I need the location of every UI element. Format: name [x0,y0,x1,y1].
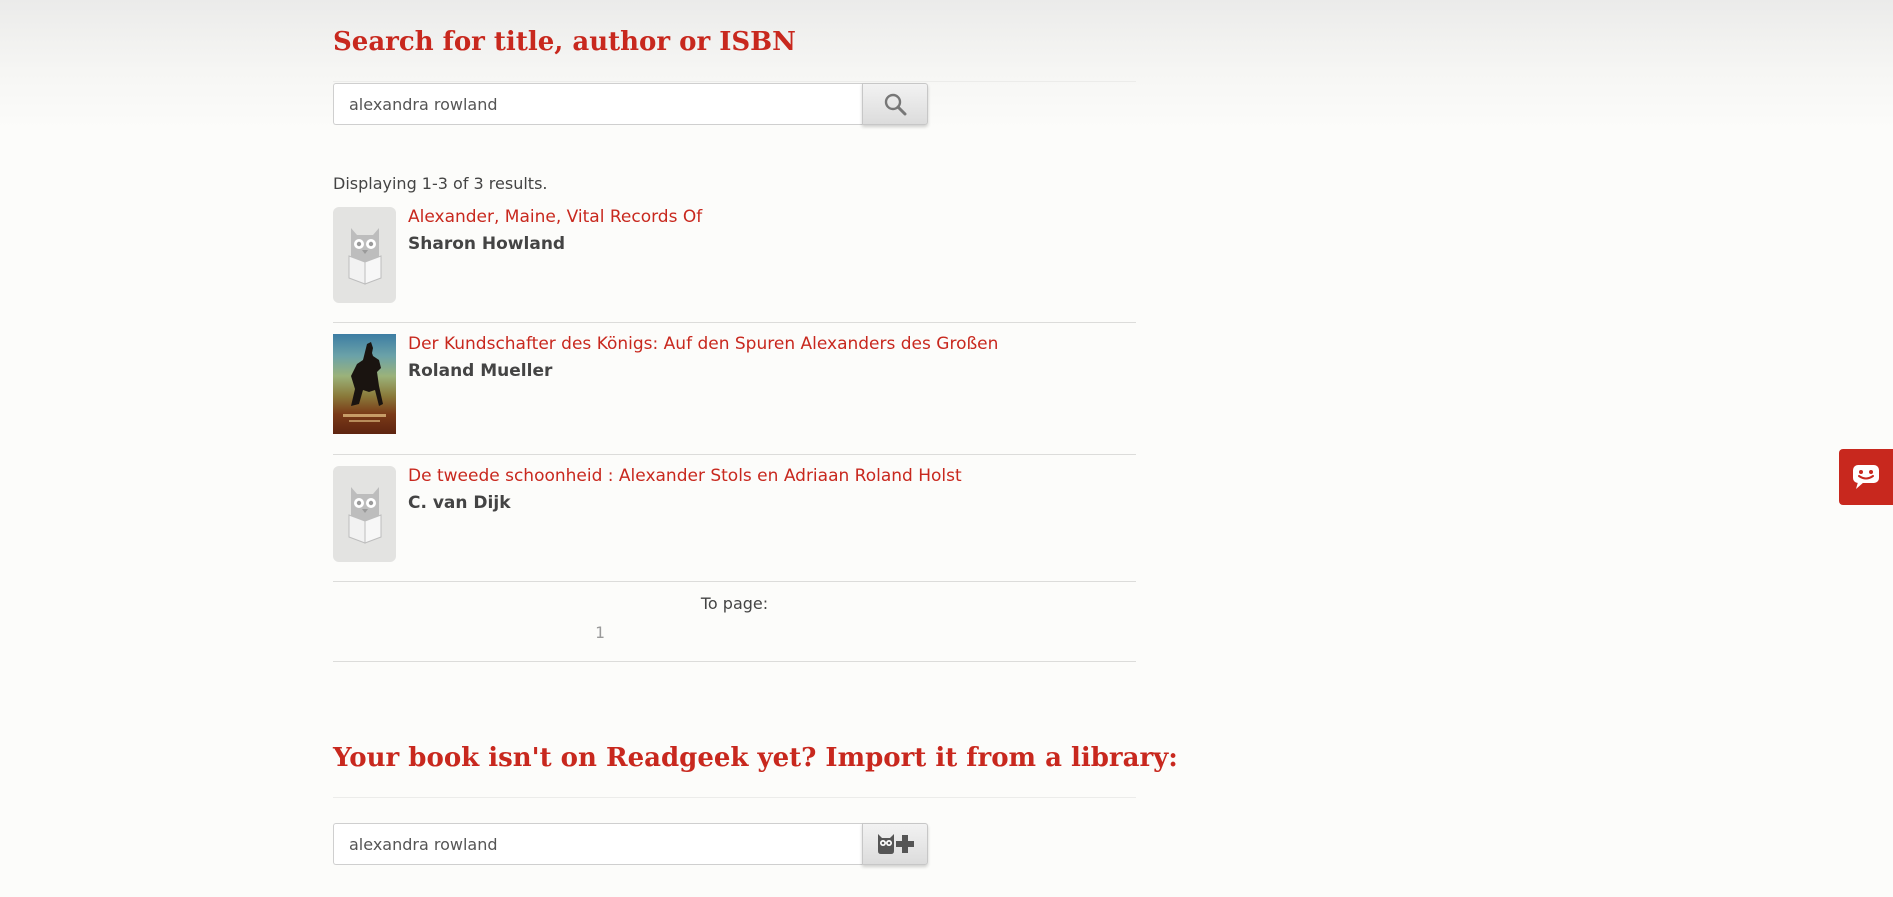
import-button[interactable] [862,823,928,865]
divider [333,454,1136,455]
import-input[interactable] [333,823,863,865]
chat-smiley-icon [1853,465,1879,489]
divider [333,322,1136,323]
import-title: Your book isn't on Readgeek yet? Import … [333,743,1178,773]
result-count: Displaying 1-3 of 3 results. [333,174,548,193]
page-link[interactable]: 1 [595,623,605,642]
search-input[interactable] [333,83,863,125]
divider [333,581,1136,582]
feedback-button[interactable] [1839,449,1893,505]
magnifier-icon [884,93,907,116]
search-title: Search for title, author or ISBN [333,27,796,57]
book-title-link[interactable]: Alexander, Maine, Vital Records Of [408,207,702,227]
header-background [0,0,1893,130]
divider [333,81,1136,82]
book-title-link[interactable]: Der Kundschafter des Königs: Auf den Spu… [408,334,998,354]
book-cover-image[interactable] [333,334,396,434]
divider [333,661,1136,662]
pager-label: To page: [700,594,769,613]
divider [333,797,1136,798]
search-button[interactable] [862,83,928,125]
owl-placeholder-icon[interactable] [333,466,396,562]
import-form [333,823,928,865]
owl-placeholder-icon[interactable] [333,207,396,303]
book-title-link[interactable]: De tweede schoonheid : Alexander Stols e… [408,466,962,486]
search-form [333,83,928,125]
book-author[interactable]: Sharon Howland [408,234,565,254]
book-author[interactable]: Roland Mueller [408,361,552,381]
owl-add-icon [878,834,914,854]
book-author[interactable]: C. van Dijk [408,493,511,513]
